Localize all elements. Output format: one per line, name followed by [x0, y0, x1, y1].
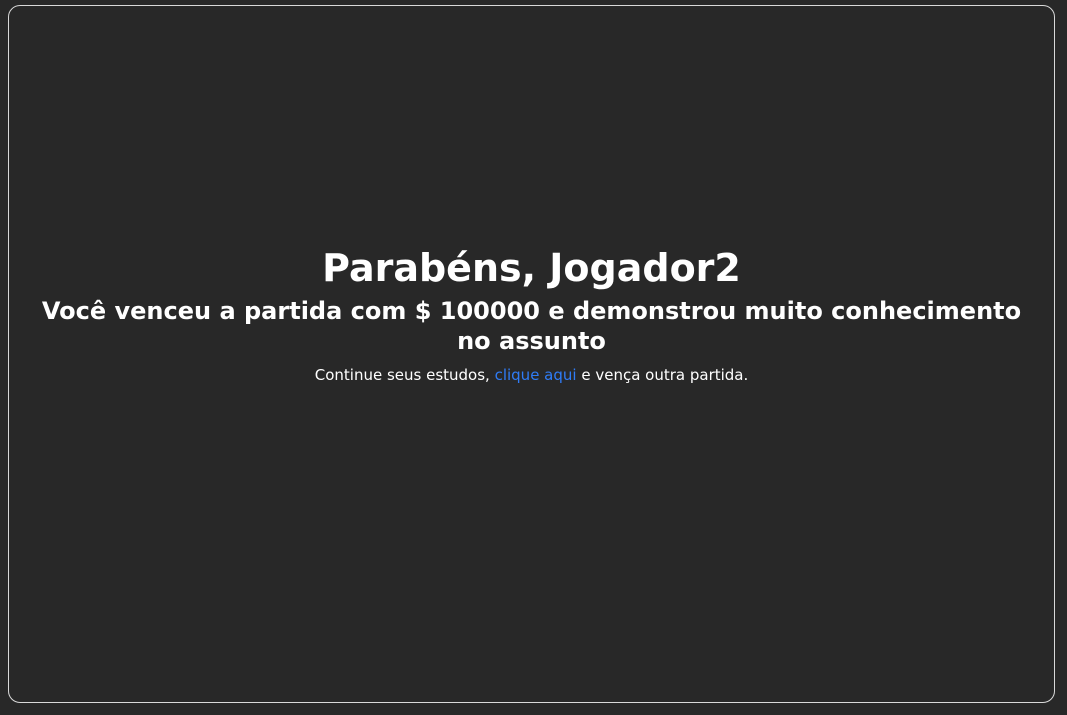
- page-title: Parabéns, Jogador2: [322, 246, 741, 290]
- result-card: Parabéns, Jogador2 Você venceu a partida…: [8, 5, 1055, 703]
- result-content: Parabéns, Jogador2 Você venceu a partida…: [9, 246, 1054, 385]
- continue-message: Continue seus estudos, clique aqui e ven…: [39, 366, 1024, 386]
- victory-message: Você venceu a partida com $ 100000 e dem…: [41, 296, 1022, 355]
- play-again-link[interactable]: clique aqui: [495, 366, 577, 384]
- continue-text-before: Continue seus estudos,: [314, 365, 495, 384]
- continue-text-after: e vença outra partida.: [576, 365, 749, 384]
